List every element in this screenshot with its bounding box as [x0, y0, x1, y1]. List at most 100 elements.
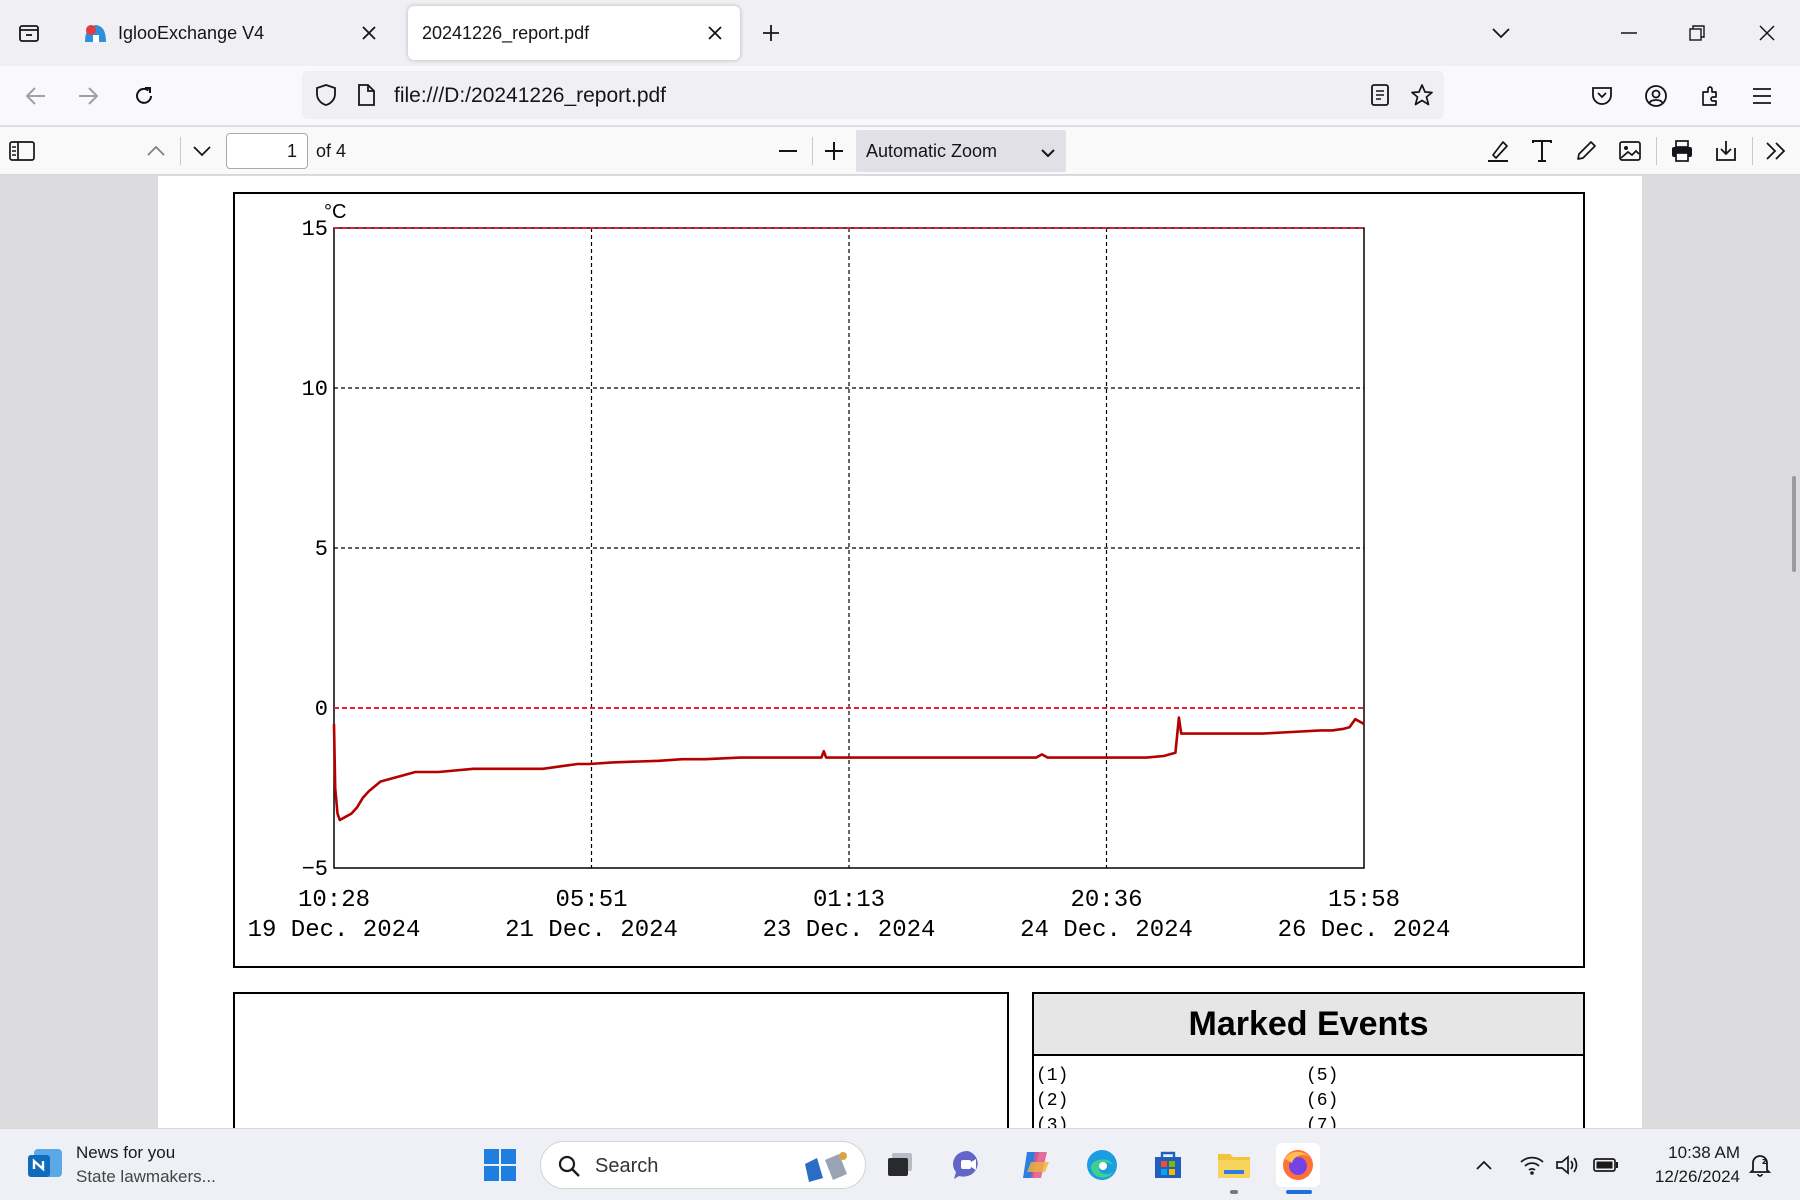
page-count: of 4 [316, 141, 347, 161]
chart-svg: 151050−5°C10:2819 Dec. 202405:5121 Dec. … [248, 201, 1451, 944]
close-tab-icon[interactable] [354, 18, 384, 48]
minimize-icon[interactable] [1612, 16, 1646, 50]
sidebar-toggle-icon[interactable] [6, 135, 38, 167]
x-tick-date: 19 Dec. 2024 [248, 917, 421, 944]
x-tick-date: 26 Dec. 2024 [1278, 917, 1451, 944]
x-tick-time: 15:58 [1328, 887, 1400, 914]
clock-time: 10:38 AM [1668, 1143, 1740, 1162]
tab-strip: IglooExchange V4 20241226_report.pdf [0, 0, 1800, 66]
event-label: (7) [1306, 1116, 1339, 1128]
new-tab-icon[interactable] [756, 18, 786, 48]
tab-title: 20241226_report.pdf [422, 22, 590, 43]
x-tick-time: 01:13 [813, 887, 885, 914]
search-placeholder: Search [595, 1155, 659, 1177]
firefox-icon[interactable] [1276, 1143, 1320, 1187]
start-windows-icon[interactable] [478, 1143, 522, 1187]
print-icon[interactable] [1666, 135, 1698, 167]
volume-icon[interactable] [1554, 1151, 1582, 1179]
event-label: (5) [1306, 1066, 1339, 1086]
app-menu-icon[interactable] [1744, 78, 1780, 114]
task-view-icon[interactable] [878, 1143, 922, 1187]
search-highlight-icon [805, 1152, 847, 1182]
notifications-bell-icon[interactable]: z [1746, 1151, 1774, 1179]
x-tick-date: 21 Dec. 2024 [505, 917, 678, 944]
text-tool-icon[interactable] [1526, 135, 1558, 167]
highlight-pen-icon[interactable] [1482, 135, 1514, 167]
zoom-select[interactable]: Automatic Zoom [856, 130, 1066, 172]
add-image-icon[interactable] [1614, 135, 1646, 167]
pdf-viewer[interactable]: 15 10 5 0 −5 °C 10:28 19 Dec. 2024 05:51 21 Dec. … [0, 176, 1800, 1128]
news-headline: State lawmakers... [76, 1167, 216, 1186]
back-arrow-icon[interactable] [18, 78, 54, 114]
zoom-in-icon[interactable] [818, 135, 850, 167]
marked-events-title: Marked Events [1034, 994, 1583, 1056]
page-number-input[interactable]: 1 [226, 133, 308, 169]
event-label: (1) [1036, 1066, 1069, 1086]
temperature-chart: 15 10 5 0 −5 °C 10:28 19 Dec. 2024 05:51 21 Dec. … [233, 192, 1585, 968]
battery-icon[interactable] [1592, 1151, 1620, 1179]
search-icon [558, 1155, 580, 1177]
taskbar: News for you State lawmakers... Search 1… [0, 1128, 1800, 1200]
tab-igloo-exchange[interactable]: IglooExchange V4 [66, 6, 394, 60]
tools-overflow-icon[interactable] [1760, 135, 1792, 167]
news-title: News for you [76, 1143, 176, 1162]
account-icon[interactable] [1638, 78, 1674, 114]
microsoft-store-icon[interactable] [1146, 1143, 1190, 1187]
close-tab-icon[interactable] [700, 18, 730, 48]
news-icon [28, 1149, 62, 1177]
show-hidden-icons-chevron-icon[interactable] [1470, 1151, 1498, 1179]
zoom-out-icon[interactable] [772, 135, 804, 167]
url-text: file:///D:/20241226_report.pdf [394, 84, 667, 107]
reader-view-icon[interactable] [1366, 81, 1394, 109]
wifi-icon[interactable] [1518, 1151, 1546, 1179]
event-label: (3) [1036, 1116, 1069, 1128]
x-tick-time: 10:28 [298, 887, 370, 914]
teams-chat-icon[interactable] [946, 1143, 990, 1187]
restore-icon[interactable] [1680, 16, 1714, 50]
previous-page-icon[interactable] [140, 135, 172, 167]
save-download-icon[interactable] [1710, 135, 1742, 167]
x-tick-time: 20:36 [1070, 887, 1142, 914]
y-unit-label: °C [324, 201, 346, 223]
list-all-tabs-icon[interactable] [14, 18, 44, 48]
info-box [233, 992, 1009, 1128]
navigation-bar: file:///D:/20241226_report.pdf [0, 66, 1800, 126]
x-tick-time: 05:51 [555, 887, 627, 914]
tab-overflow-chevron-icon[interactable] [1484, 16, 1518, 50]
file-explorer-icon[interactable] [1212, 1143, 1256, 1187]
reload-icon[interactable] [126, 78, 162, 114]
zoom-value: Automatic Zoom [866, 141, 998, 161]
y-tick-label: −5 [302, 857, 328, 882]
marked-events-table: Marked Events (1) (2) (3) (5) (6) (7) [1032, 992, 1585, 1128]
system-clock[interactable]: 10:38 AM 12/26/2024 [1620, 1141, 1740, 1189]
edge-browser-icon[interactable] [1080, 1143, 1124, 1187]
taskbar-search[interactable]: Search [540, 1141, 866, 1189]
url-bar[interactable]: file:///D:/20241226_report.pdf [302, 71, 1444, 119]
y-tick-label: 10 [302, 377, 328, 402]
draw-pencil-icon[interactable] [1570, 135, 1602, 167]
tab-title: IglooExchange V4 [118, 22, 265, 43]
igloo-favicon-icon [85, 25, 106, 42]
event-label: (2) [1036, 1091, 1069, 1111]
forward-arrow-icon[interactable] [70, 78, 106, 114]
pdf-page: 15 10 5 0 −5 °C 10:28 19 Dec. 2024 05:51 21 Dec. … [158, 176, 1642, 1128]
close-window-icon[interactable] [1750, 16, 1784, 50]
vertical-scrollbar[interactable] [1792, 476, 1796, 572]
y-tick-label: 0 [315, 697, 328, 722]
clock-date: 12/26/2024 [1654, 1167, 1740, 1186]
event-label: (6) [1306, 1091, 1339, 1111]
shield-icon[interactable] [312, 81, 340, 109]
extensions-icon[interactable] [1692, 78, 1728, 114]
x-tick-date: 23 Dec. 2024 [763, 917, 936, 944]
copilot-icon[interactable] [1014, 1143, 1058, 1187]
y-tick-label: 5 [315, 537, 328, 562]
chevron-down-icon [1040, 138, 1056, 180]
bookmark-star-icon[interactable] [1408, 81, 1436, 109]
file-page-icon [352, 81, 380, 109]
next-page-icon[interactable] [186, 135, 218, 167]
x-tick-date: 24 Dec. 2024 [1020, 917, 1193, 944]
pdf-toolbar: 1 of 4 Automatic Zoom [0, 127, 1800, 175]
tab-report-pdf[interactable]: 20241226_report.pdf [408, 6, 740, 60]
svg-text:z: z [1762, 1157, 1767, 1167]
pocket-icon[interactable] [1584, 78, 1620, 114]
